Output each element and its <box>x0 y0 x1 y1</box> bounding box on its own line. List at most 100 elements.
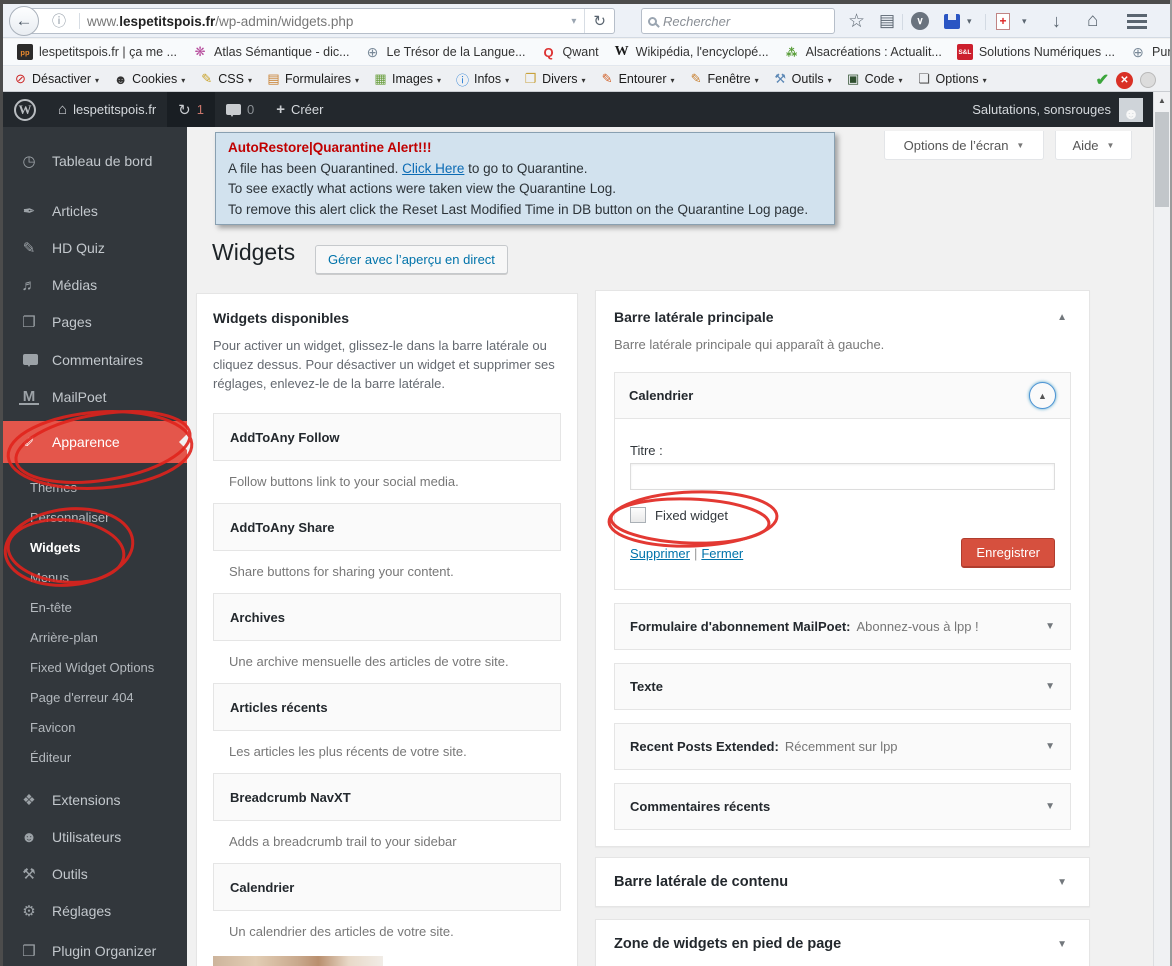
bookmark-item[interactable]: Q Qwant <box>541 44 598 60</box>
search-input[interactable] <box>663 13 828 29</box>
devbar-window-menu[interactable]: ✎ Fenêtre ▾ <box>689 71 759 87</box>
available-widget-calendar[interactable]: Calendrier <box>213 863 561 911</box>
caret-down-icon[interactable]: ▼ <box>1053 939 1071 950</box>
url-bar[interactable]: ⓘ www.lespetitspois.fr/wp-admin/widgets.… <box>25 8 615 34</box>
validation-check-icon[interactable]: ✔ <box>1096 70 1109 90</box>
click-here-link[interactable]: Click Here <box>402 161 464 176</box>
new-content-menu[interactable]: + Créer <box>265 92 334 127</box>
downloads-icon[interactable]: ↓ <box>1052 10 1061 32</box>
sidebar-item-posts[interactable]: ✒ Articles <box>3 193 187 229</box>
submenu-header[interactable]: En-tête <box>3 592 187 622</box>
devbar-outline-menu[interactable]: ✎ Entourer ▾ <box>600 71 675 87</box>
submenu-fixed-widget-options[interactable]: Fixed Widget Options <box>3 652 187 682</box>
submenu-customize[interactable]: Personnaliser <box>3 502 187 532</box>
reload-button[interactable]: ↻ <box>584 9 614 33</box>
wp-logo-menu[interactable]: W <box>3 92 47 127</box>
devbar-options-menu[interactable]: ❏ Options ▾ <box>917 71 986 87</box>
widget-mailpoet-form[interactable]: Formulaire d'abonnement MailPoet: Abonne… <box>614 603 1071 650</box>
submenu-background[interactable]: Arrière-plan <box>3 622 187 652</box>
web-rescue-icon[interactable]: + <box>996 10 1010 32</box>
submenu-favicon[interactable]: Favicon <box>3 712 187 742</box>
manage-live-preview-button[interactable]: Gérer avec l’aperçu en direct <box>315 245 508 274</box>
submenu-404-page[interactable]: Page d'erreur 404 <box>3 682 187 712</box>
sidebar-item-dashboard[interactable]: ◷ Tableau de bord <box>3 143 187 179</box>
fixed-widget-checkbox[interactable] <box>630 507 646 523</box>
rescue-dropdown-caret-icon[interactable]: ▾ <box>1022 10 1027 32</box>
footer-widgets-card[interactable]: Zone de widgets en pied de page ▼ <box>595 919 1090 966</box>
widget-text[interactable]: Texte ▼ <box>614 663 1071 710</box>
sidebar-item-mailpoet[interactable]: M MailPoet <box>3 379 187 415</box>
submenu-widgets[interactable]: Widgets <box>3 532 187 562</box>
devbar-images-menu[interactable]: ▦ Images ▾ <box>373 71 441 87</box>
collapse-toggle-button[interactable]: ▲ <box>1029 382 1056 409</box>
submenu-themes[interactable]: Thèmes <box>3 472 187 502</box>
collapse-caret-up-icon[interactable]: ▲ <box>1053 312 1071 323</box>
search-bar[interactable] <box>641 8 835 34</box>
sidebar-item-plugins[interactable]: ❖ Extensions <box>3 782 187 818</box>
devbar-code-menu[interactable]: ▣ Code ▾ <box>846 71 903 87</box>
devbar-cookies-menu[interactable]: ☻ Cookies ▾ <box>113 72 186 87</box>
vertical-scrollbar[interactable]: ▲ <box>1153 92 1170 966</box>
sidebar-item-comments[interactable]: Commentaires <box>3 342 187 378</box>
site-name-menu[interactable]: ⌂ lespetitspois.fr <box>47 92 167 127</box>
save-dropdown-caret-icon[interactable]: ▾ <box>967 10 972 32</box>
bookmark-item[interactable]: W Wikipédia, l'encyclopé... <box>614 44 769 60</box>
sidebar-item-pages[interactable]: ❐ Pages <box>3 304 187 340</box>
sidebar-item-media[interactable]: ♬ Médias <box>3 267 187 303</box>
submenu-menus[interactable]: Menus <box>3 562 187 592</box>
available-widget-addtoany-follow[interactable]: AddToAny Follow <box>213 413 561 461</box>
scroll-up-arrow-icon[interactable]: ▲ <box>1154 92 1170 109</box>
content-sidebar-card[interactable]: Barre latérale de contenu ▼ <box>595 857 1090 907</box>
bookmark-item[interactable]: ⁂ Alsacréations : Actualit... <box>784 44 942 60</box>
updates-menu[interactable]: ↻ 1 <box>167 92 215 127</box>
available-widget-breadcrumb-navxt[interactable]: Breadcrumb NavXT <box>213 773 561 821</box>
close-link[interactable]: Fermer <box>701 546 743 561</box>
my-account-menu[interactable]: Salutations, sonsrouges ☻ <box>972 97 1153 122</box>
sidebar-item-tools[interactable]: ⚒ Outils <box>3 856 187 892</box>
error-cross-icon[interactable]: ✕ <box>1116 71 1133 89</box>
delete-link[interactable]: Supprimer <box>630 546 690 561</box>
bookmarks-menu-icon[interactable]: ▤ <box>879 10 895 32</box>
widget-recent-comments[interactable]: Commentaires récents ▼ <box>614 783 1071 830</box>
site-info-icon[interactable]: ⓘ <box>52 11 66 31</box>
back-button[interactable]: ← <box>9 6 39 36</box>
caret-down-icon[interactable]: ▼ <box>1045 681 1055 692</box>
calendar-widget-header[interactable]: Calendrier ▲ <box>615 373 1070 419</box>
devbar-info-menu[interactable]: ⓘ Infos ▾ <box>455 70 509 89</box>
url-dropdown-caret-icon[interactable]: ▾ <box>563 16 584 27</box>
sidebar-item-appearance[interactable]: ✐ Apparence <box>3 421 187 463</box>
pocket-icon[interactable]: ∨ <box>911 10 929 32</box>
caret-down-icon[interactable]: ▼ <box>1045 801 1055 812</box>
screen-options-button[interactable]: Options de l’écran ▼ <box>884 131 1044 160</box>
devbar-tools-menu[interactable]: ⚒ Outils ▾ <box>773 71 831 87</box>
devbar-css-menu[interactable]: ✎ CSS ▾ <box>199 71 252 87</box>
save-page-icon[interactable] <box>944 10 960 32</box>
bookmark-star-icon[interactable]: ☆ <box>848 10 865 32</box>
sidebar-item-settings[interactable]: ⚙ Réglages <box>3 893 187 929</box>
bookmark-item[interactable]: ⊕Purify <box>1130 44 1172 60</box>
comments-menu[interactable]: 0 <box>215 92 265 127</box>
widget-recent-posts-extended[interactable]: Recent Posts Extended: Récemment sur lpp… <box>614 723 1071 770</box>
submenu-editor[interactable]: Éditeur <box>3 742 187 772</box>
caret-down-icon[interactable]: ▼ <box>1053 877 1071 888</box>
home-icon[interactable]: ⌂ <box>1087 10 1098 32</box>
devbar-forms-menu[interactable]: ▤ Formulaires ▾ <box>266 71 359 87</box>
available-widget-archives[interactable]: Archives <box>213 593 561 641</box>
sidebar-item-users[interactable]: ☻ Utilisateurs <box>3 819 187 855</box>
scrollbar-thumb[interactable] <box>1155 112 1169 207</box>
help-button[interactable]: Aide ▼ <box>1055 131 1132 160</box>
available-widget-addtoany-share[interactable]: AddToAny Share <box>213 503 561 551</box>
sidebar-item-plugin-organizer[interactable]: ❒ Plugin Organizer <box>3 933 187 966</box>
widget-title-input[interactable] <box>630 463 1055 490</box>
available-widget-recent-posts[interactable]: Articles récents <box>213 683 561 731</box>
caret-down-icon[interactable]: ▼ <box>1045 741 1055 752</box>
menu-hamburger-icon[interactable] <box>1127 10 1147 32</box>
devbar-misc-menu[interactable]: ❐ Divers ▾ <box>523 71 586 87</box>
sidebar-item-hdquiz[interactable]: ✎ HD Quiz <box>3 230 187 266</box>
bookmark-item[interactable]: pp lespetitspois.fr | ça me ... <box>17 44 177 60</box>
bookmark-item[interactable]: ❋ Atlas Sémantique - dic... <box>192 44 350 60</box>
save-button[interactable]: Enregistrer <box>961 538 1055 568</box>
status-circle-icon[interactable] <box>1140 72 1156 88</box>
devbar-disable-menu[interactable]: ⊘ Désactiver ▾ <box>13 71 99 87</box>
caret-down-icon[interactable]: ▼ <box>1045 621 1055 632</box>
